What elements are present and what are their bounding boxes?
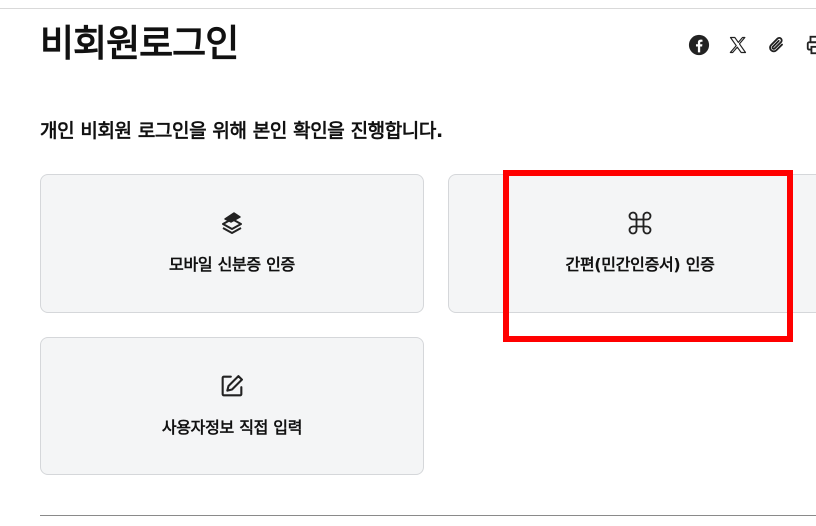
x-icon [729, 36, 747, 54]
top-divider [0, 8, 816, 9]
command-key-icon [449, 209, 816, 237]
page-subtitle: 개인 비회원 로그인을 위해 본인 확인을 진행합니다. [40, 120, 443, 142]
copy-link-button[interactable] [764, 32, 790, 58]
login-page: 비회원로그인 개인 비회원 로그인을 위해 본인 확인을 진행합니다. 모바일 … [0, 0, 816, 526]
direct-input-auth-button[interactable]: 사용자정보 직접 입력 [40, 337, 424, 475]
mobile-id-auth-label: 모바일 신분증 인증 [169, 255, 295, 274]
mobile-id-auth-button[interactable]: 모바일 신분증 인증 [40, 174, 424, 313]
page-title: 비회원로그인 [40, 22, 239, 65]
facebook-icon [688, 34, 710, 56]
print-button[interactable] [803, 32, 816, 58]
bottom-divider [40, 515, 816, 516]
facebook-share-button[interactable] [686, 32, 712, 58]
direct-input-auth-label: 사용자정보 직접 입력 [161, 418, 303, 437]
simple-cert-auth-button[interactable]: 간편(민간인증서) 인증 [448, 174, 816, 313]
print-icon [806, 35, 816, 55]
share-bar [686, 32, 816, 58]
mobile-id-card-icon [41, 209, 423, 237]
x-share-button[interactable] [725, 32, 751, 58]
paperclip-icon [769, 37, 783, 53]
edit-icon [41, 372, 423, 400]
simple-cert-auth-label: 간편(민간인증서) 인증 [565, 255, 715, 274]
